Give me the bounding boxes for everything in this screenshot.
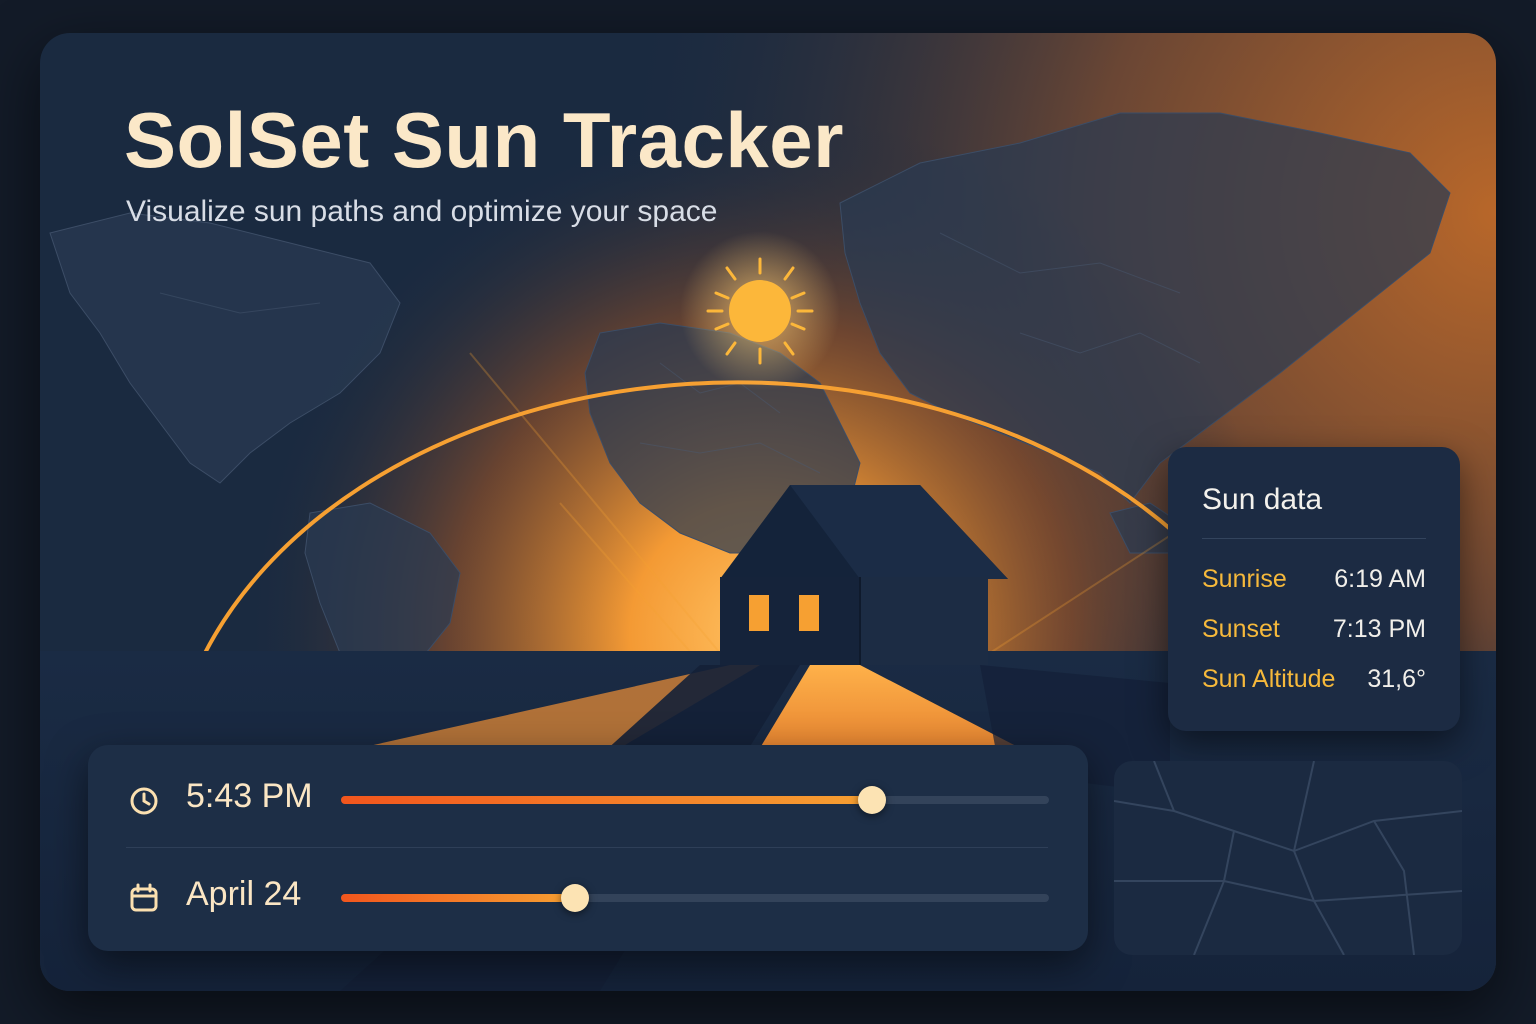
app-card: SolSet Sun Tracker Visualize sun paths a… <box>40 33 1496 991</box>
date-slider[interactable] <box>341 884 1049 912</box>
sun-data-row-sunrise: Sunrise 6:19 AM <box>1202 565 1426 597</box>
sun-icon <box>680 231 840 391</box>
time-value: 5:43 PM <box>186 777 313 815</box>
date-slider-thumb[interactable] <box>560 884 589 912</box>
sunset-label: Sunset <box>1202 615 1280 643</box>
date-value: April 24 <box>186 875 302 913</box>
mini-map[interactable] <box>1114 761 1462 955</box>
clock-icon <box>130 787 158 815</box>
page-title: SolSet Sun Tracker <box>124 96 844 184</box>
page-subtitle: Visualize sun paths and optimize your sp… <box>126 195 718 228</box>
time-slider[interactable] <box>341 786 1049 814</box>
controls-panel: 5:43 PM April 24 <box>88 745 1088 951</box>
mini-map-roads <box>1114 761 1462 955</box>
sun-altitude-value: 31,6° <box>1367 665 1426 693</box>
sun-data-row-sunset: Sunset 7:13 PM <box>1202 615 1426 647</box>
sunrise-value: 6:19 AM <box>1334 565 1426 593</box>
controls-divider <box>126 847 1048 848</box>
calendar-icon <box>130 883 158 912</box>
sunrise-label: Sunrise <box>1202 565 1287 593</box>
sunset-value: 7:13 PM <box>1332 615 1426 643</box>
sun-data-divider <box>1202 538 1426 539</box>
date-slider-fill <box>341 894 575 902</box>
sun-data-title: Sun data <box>1202 483 1323 516</box>
sun-data-row-altitude: Sun Altitude 31,6° <box>1202 665 1426 697</box>
time-slider-thumb[interactable] <box>858 786 886 814</box>
time-slider-fill <box>341 796 872 804</box>
sun-altitude-label: Sun Altitude <box>1202 665 1336 693</box>
sun-data-panel: Sun data Sunrise 6:19 AM Sunset 7:13 PM … <box>1168 447 1460 731</box>
